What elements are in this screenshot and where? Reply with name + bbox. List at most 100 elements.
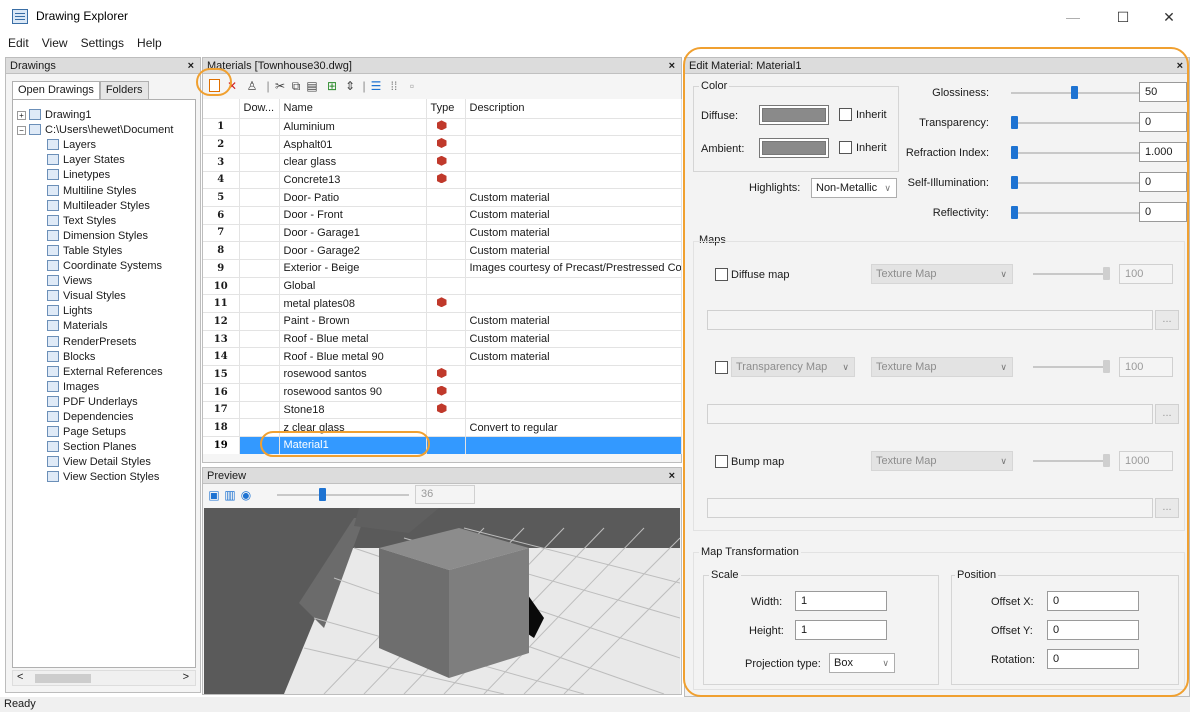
- row-number[interactable]: 15: [203, 365, 240, 384]
- type-cell[interactable]: [426, 223, 466, 242]
- material-name-cell[interactable]: Paint - Brown: [279, 312, 427, 331]
- material-name-cell[interactable]: Global: [279, 276, 427, 295]
- row-number[interactable]: 6: [203, 205, 240, 225]
- scrollbar-thumb[interactable]: [35, 674, 91, 683]
- preview-view-icon[interactable]: ▫: [405, 79, 419, 93]
- table-row[interactable]: 1 Aluminium: [203, 117, 682, 136]
- download-cell[interactable]: [239, 382, 280, 401]
- row-number[interactable]: 8: [203, 241, 240, 260]
- cylinder-shape-icon[interactable]: ▥: [223, 488, 237, 502]
- download-cell[interactable]: [239, 152, 280, 172]
- type-cell[interactable]: [426, 400, 466, 419]
- download-cell[interactable]: [239, 365, 280, 384]
- table-row[interactable]: 17 Stone18: [203, 400, 682, 419]
- material-name-cell[interactable]: Door- Patio: [279, 188, 427, 207]
- row-number[interactable]: 13: [203, 329, 240, 348]
- description-cell[interactable]: [465, 382, 682, 401]
- purge-icon[interactable]: ♙: [245, 79, 259, 93]
- download-cell[interactable]: [239, 135, 280, 154]
- table-row[interactable]: 4 Concrete13: [203, 170, 682, 189]
- description-cell[interactable]: [465, 135, 682, 154]
- type-cell[interactable]: [426, 205, 466, 225]
- table-row[interactable]: 14 Roof - Blue metal 90 Custom material: [203, 347, 682, 366]
- table-row[interactable]: 15 rosewood santos: [203, 365, 682, 384]
- tree-item[interactable]: Lights: [47, 304, 92, 319]
- material-name-cell[interactable]: Door - Garage1: [279, 223, 427, 242]
- type-cell[interactable]: [426, 382, 466, 401]
- table-row[interactable]: 2 Asphalt01: [203, 135, 682, 154]
- table-row[interactable]: 8 Door - Garage2 Custom material: [203, 241, 682, 260]
- close-icon[interactable]: ×: [669, 58, 675, 74]
- import-icon[interactable]: ⊞: [325, 79, 339, 93]
- row-number[interactable]: 7: [203, 223, 240, 242]
- tree-item[interactable]: Multiline Styles: [47, 184, 136, 199]
- type-cell[interactable]: [426, 188, 466, 207]
- material-name-cell[interactable]: Concrete13: [279, 170, 427, 189]
- description-cell[interactable]: [465, 435, 682, 455]
- description-cell[interactable]: Images courtesy of Precast/Prestressed C…: [465, 259, 682, 278]
- tree-item[interactable]: Dimension Styles: [47, 229, 148, 244]
- tree-item[interactable]: Images: [47, 380, 99, 395]
- menu-edit[interactable]: Edit: [8, 36, 29, 50]
- tree-item[interactable]: Multileader Styles: [47, 199, 150, 214]
- description-cell[interactable]: [465, 117, 682, 136]
- collapse-icon[interactable]: −: [17, 126, 26, 136]
- minimize-button[interactable]: —: [1050, 4, 1096, 30]
- table-row[interactable]: 9 Exterior - Beige Images courtesy of Prec…: [203, 259, 682, 278]
- type-cell[interactable]: [426, 329, 466, 348]
- type-cell[interactable]: [426, 241, 466, 260]
- description-cell[interactable]: Custom material: [465, 241, 682, 260]
- description-cell[interactable]: [465, 170, 682, 189]
- material-name-cell[interactable]: Door - Front: [279, 205, 427, 225]
- download-cell[interactable]: [239, 223, 280, 242]
- type-cell[interactable]: [426, 294, 466, 313]
- row-number[interactable]: 11: [203, 294, 240, 313]
- material-name-cell[interactable]: metal plates08: [279, 294, 427, 313]
- description-cell[interactable]: Custom material: [465, 329, 682, 348]
- tree-item[interactable]: Linetypes: [47, 168, 110, 183]
- menu-view[interactable]: View: [42, 36, 68, 50]
- tree-item[interactable]: View Section Styles: [47, 470, 159, 485]
- expand-icon[interactable]: +: [17, 111, 26, 120]
- tab-folders[interactable]: Folders: [99, 81, 149, 99]
- row-number[interactable]: 10: [203, 276, 240, 295]
- material-name-cell[interactable]: Asphalt01: [279, 135, 427, 154]
- details-view-icon[interactable]: ☰: [369, 79, 383, 93]
- download-cell[interactable]: [239, 329, 280, 348]
- table-row[interactable]: 16 rosewood santos 90: [203, 382, 682, 401]
- tree-item[interactable]: Dependencies: [47, 410, 133, 425]
- preview-size-thumb[interactable]: [318, 488, 326, 501]
- tree-item[interactable]: Layers: [47, 138, 96, 153]
- preview-size-slider[interactable]: [277, 494, 409, 496]
- material-name-cell[interactable]: Exterior - Beige: [279, 259, 427, 278]
- table-row[interactable]: 12 Paint - Brown Custom material: [203, 312, 682, 331]
- description-cell[interactable]: Custom material: [465, 188, 682, 207]
- download-cell[interactable]: [239, 400, 280, 419]
- material-name-cell[interactable]: Aluminium: [279, 117, 427, 136]
- tree-item[interactable]: Visual Styles: [47, 289, 126, 304]
- box-shape-icon[interactable]: ▣: [207, 488, 221, 502]
- material-name-cell[interactable]: Stone18: [279, 400, 427, 419]
- row-number[interactable]: 17: [203, 400, 240, 419]
- column-header-name[interactable]: Name: [279, 99, 427, 118]
- tree-item[interactable]: Page Setups: [47, 425, 126, 440]
- column-header-index[interactable]: [203, 99, 240, 118]
- tree-item[interactable]: View Detail Styles: [47, 455, 151, 470]
- row-number[interactable]: 18: [203, 418, 240, 437]
- description-cell[interactable]: Convert to regular: [465, 418, 682, 437]
- tree-item[interactable]: Materials: [47, 319, 108, 334]
- maximize-button[interactable]: ☐: [1100, 4, 1146, 30]
- description-cell[interactable]: [465, 365, 682, 384]
- column-header-description[interactable]: Description: [465, 99, 682, 118]
- download-cell[interactable]: [239, 347, 280, 366]
- download-cell[interactable]: [239, 259, 280, 278]
- scroll-left-icon[interactable]: <: [17, 671, 23, 683]
- description-cell[interactable]: Custom material: [465, 205, 682, 225]
- column-header-download[interactable]: Dow...: [239, 99, 280, 118]
- material-name-cell[interactable]: Door - Garage2: [279, 241, 427, 260]
- download-cell[interactable]: [239, 241, 280, 260]
- table-row[interactable]: 13 Roof - Blue metal Custom material: [203, 329, 682, 348]
- type-cell[interactable]: [426, 276, 466, 295]
- tree-item[interactable]: Blocks: [47, 350, 95, 365]
- tree-item[interactable]: Coordinate Systems: [47, 259, 162, 274]
